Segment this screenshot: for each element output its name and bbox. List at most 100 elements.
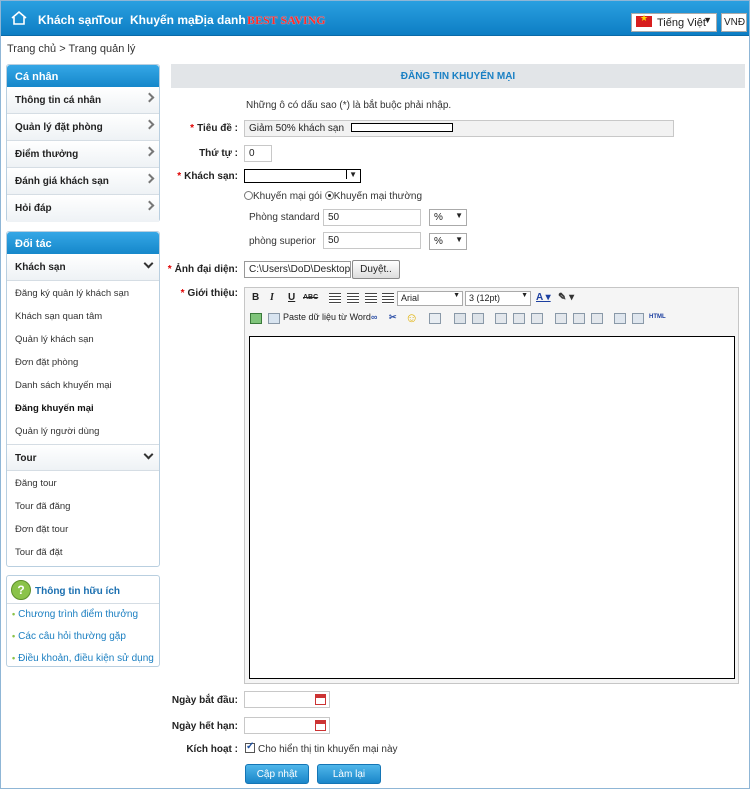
font-color-icon[interactable]: A ▾ [536, 292, 551, 303]
sidebar-link-manage-hotels[interactable]: Quản lý khách sạn [7, 327, 159, 350]
start-date-input[interactable] [244, 691, 330, 708]
sidebar-link-tour-orders[interactable]: Đơn đặt tour [7, 517, 159, 540]
hotel-select[interactable]: ▼ [244, 169, 361, 183]
html-view-button[interactable]: HTML [649, 314, 666, 320]
sidebar-item-personal-info[interactable]: Thông tin cá nhân [7, 87, 159, 114]
sidebar-item-bookings[interactable]: Quản lý đặt phòng [7, 114, 159, 141]
calendar-icon[interactable] [315, 720, 326, 731]
info-link-points-program[interactable]: • Chương trình điểm thưởng [7, 604, 159, 626]
editor-content-area[interactable] [249, 336, 735, 679]
remove-link-icon[interactable]: ✂ [389, 312, 397, 323]
partner-panel: Đối tác Khách sạn Đăng ký quản lý khách … [6, 231, 160, 567]
sidebar-link-favorite-hotels[interactable]: Khách sạn quan tâm [7, 304, 159, 327]
sidebar-link-posted-tours[interactable]: Tour đã đăng [7, 494, 159, 517]
bold-button[interactable]: B [252, 292, 259, 303]
chevron-right-icon [144, 200, 155, 211]
submit-button[interactable]: Cập nhật [245, 764, 309, 784]
order-input[interactable]: 0 [244, 145, 272, 162]
delete-col-icon[interactable] [573, 313, 585, 324]
sidebar-link-promotion-list[interactable]: Danh sách khuyến mại [7, 373, 159, 396]
active-checkbox[interactable] [245, 741, 255, 753]
browse-button[interactable]: Duyệt.. [352, 260, 400, 279]
language-value: Tiếng Việt [657, 17, 706, 29]
nav-hotels[interactable]: Khách sạn [38, 13, 99, 27]
sidebar-item-faq[interactable]: Hỏi đáp [7, 195, 159, 222]
top-nav-bar: Khách sạn Tour Khuyến mại Địa danh BEST … [1, 1, 749, 36]
sidebar-link-post-tour[interactable]: Đăng tour [7, 471, 159, 494]
dropdown-arrow-icon: ▼ [703, 15, 712, 25]
insert-image-icon[interactable] [250, 313, 262, 324]
active-checkbox-label: Cho hiển thị tin khuyến mại này [258, 744, 398, 755]
nav-destinations[interactable]: Địa danh [195, 13, 246, 27]
font-size-select[interactable]: 3 (12pt) ▼ [465, 291, 531, 306]
table-props-icon[interactable] [472, 313, 484, 324]
sidebar-link-post-promotion[interactable]: Đăng khuyến mại [7, 396, 159, 419]
currency-select[interactable]: VNĐ [721, 13, 747, 32]
sidebar-link-room-orders[interactable]: Đơn đặt phòng [7, 350, 159, 373]
image-label: * Ảnh đại diện: [167, 264, 238, 275]
strikethrough-button[interactable]: ABC [303, 294, 318, 301]
dropdown-arrow-icon: ▼ [455, 235, 463, 244]
preview-icon[interactable] [632, 313, 644, 324]
nav-promotions[interactable]: Khuyến mại [130, 13, 198, 27]
info-link-faq[interactable]: • Các câu hỏi thường gặp [7, 626, 159, 648]
underline-button[interactable]: U [288, 292, 295, 303]
delete-row-icon[interactable] [513, 313, 525, 324]
end-date-input[interactable] [244, 717, 330, 734]
align-left-icon[interactable] [329, 293, 341, 304]
sidebar-link-manage-users[interactable]: Quản lý người dùng [7, 419, 159, 444]
paste-word-icon[interactable] [268, 313, 280, 324]
app-window: Khách sạn Tour Khuyến mại Địa danh BEST … [0, 0, 750, 789]
chevron-down-icon [143, 449, 154, 460]
editor-toolbar-1: B I U ABC Arial ▼ 3 (12pt) ▼ A ▾ ✎ ▾ [245, 289, 738, 309]
edit-icon[interactable] [429, 313, 441, 324]
align-justify-icon[interactable] [382, 293, 394, 304]
font-family-select[interactable]: Arial ▼ [397, 291, 463, 306]
radio-package[interactable] [244, 191, 253, 200]
merge-cells-icon[interactable] [531, 313, 543, 324]
align-center-icon[interactable] [347, 293, 359, 304]
room-discount-input[interactable]: 50 [323, 232, 421, 249]
sidebar-group-hotels[interactable]: Khách sạn [7, 254, 159, 281]
radio-regular[interactable] [324, 191, 334, 200]
room-unit-select[interactable]: % ▼ [429, 209, 467, 226]
home-icon[interactable] [11, 10, 27, 26]
sidebar-group-tour[interactable]: Tour [7, 444, 159, 471]
insert-row-icon[interactable] [495, 313, 507, 324]
design-view-icon[interactable] [614, 313, 626, 324]
sidebar-item-hotel-reviews[interactable]: Đánh giá khách sạn [7, 168, 159, 195]
italic-button[interactable]: I [270, 292, 274, 303]
radio-package-label: Khuyến mại gói [253, 191, 322, 202]
chevron-right-icon [144, 92, 155, 103]
title-label: * Tiêu đề : [190, 123, 238, 134]
personal-panel-title: Cá nhân [7, 65, 159, 87]
align-right-icon[interactable] [365, 293, 377, 304]
dropdown-arrow-icon: ▼ [521, 292, 528, 299]
calendar-icon[interactable] [315, 694, 326, 705]
reset-button[interactable]: Làm lại [317, 764, 381, 784]
paste-word-button[interactable]: Paste dữ liệu từ Word [283, 312, 371, 322]
breadcrumb-home[interactable]: Trang chủ [7, 43, 56, 55]
language-select[interactable]: Tiếng Việt ▼ [631, 13, 717, 32]
room-unit-select[interactable]: % ▼ [429, 233, 467, 250]
sidebar-link-register-hotel[interactable]: Đăng ký quản lý khách sạn [7, 281, 159, 304]
insert-link-icon[interactable]: ∞ [371, 312, 377, 322]
emoticon-icon[interactable]: ☺ [405, 310, 418, 325]
breadcrumb: Trang chủ > Trang quản lý [7, 43, 135, 55]
split-cell-icon[interactable] [591, 313, 603, 324]
sidebar-link-booked-tours[interactable]: Tour đã đặt [7, 540, 159, 563]
dropdown-arrow-icon: ▼ [453, 292, 460, 299]
nav-best-saving[interactable]: BEST SAVING [247, 13, 326, 28]
nav-tour[interactable]: Tour [97, 13, 123, 27]
rich-text-editor: B I U ABC Arial ▼ 3 (12pt) ▼ A ▾ ✎ ▾ Paste… [244, 287, 739, 684]
image-path-input[interactable]: C:\Users\DoD\Desktop\IM [244, 261, 351, 278]
insert-col-icon[interactable] [555, 313, 567, 324]
room-name: Phòng standard [249, 212, 320, 223]
table-icon[interactable] [454, 313, 466, 324]
title-input[interactable]: Giảm 50% khách sạn [244, 120, 674, 137]
highlight-color-icon[interactable]: ✎ ▾ [558, 292, 574, 303]
title-input-caret-box [350, 123, 453, 132]
info-link-terms[interactable]: • Điều khoản, điều kiện sử dụng [7, 648, 159, 670]
room-discount-input[interactable]: 50 [323, 209, 421, 226]
sidebar-item-points[interactable]: Điểm thưởng [7, 141, 159, 168]
